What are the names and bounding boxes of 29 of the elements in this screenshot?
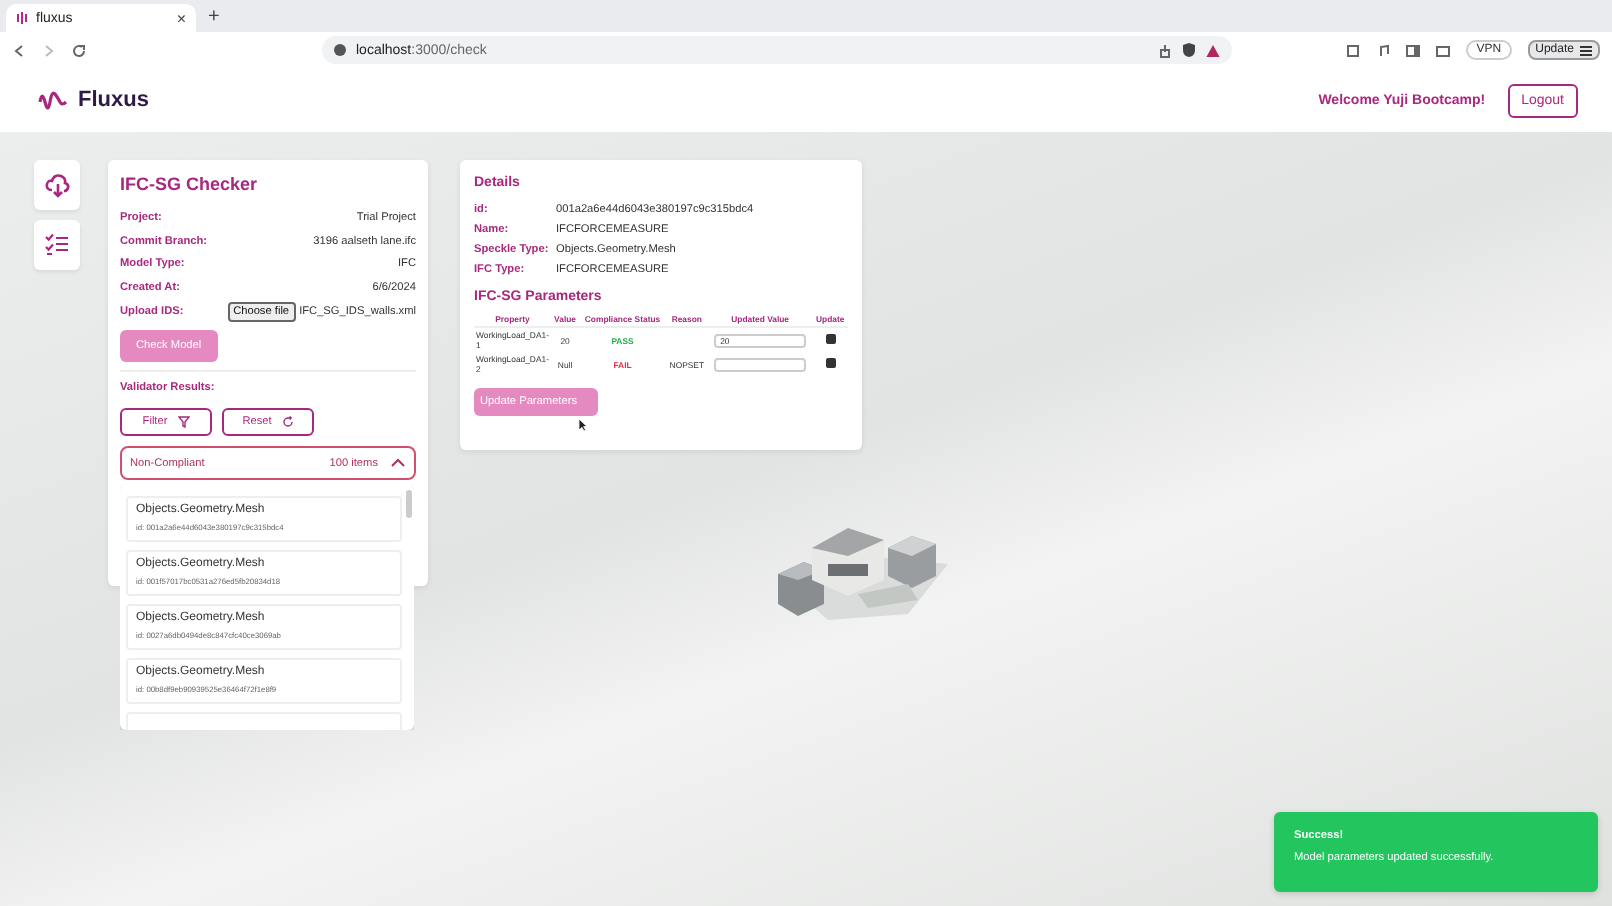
reset-icon [281, 416, 294, 429]
filter-icon [177, 416, 190, 429]
upload-nav-button[interactable] [34, 160, 80, 210]
close-tab-button[interactable]: × [176, 9, 186, 27]
new-tab-button[interactable]: + [208, 5, 220, 27]
favicon-icon [16, 12, 28, 24]
cloud-download-icon [44, 172, 70, 198]
triangle-icon[interactable] [1206, 43, 1220, 57]
wallet-icon[interactable] [1436, 43, 1451, 57]
cursor-icon [578, 418, 588, 432]
reload-icon[interactable] [72, 43, 86, 57]
chevron-up-icon [390, 458, 406, 469]
menu-icon [1580, 45, 1592, 55]
music-icon[interactable] [1376, 43, 1391, 57]
shield-icon[interactable] [1182, 42, 1196, 58]
update-checkbox[interactable] [825, 358, 836, 368]
checklist-icon [44, 232, 70, 258]
back-icon[interactable] [12, 43, 26, 57]
sidebar-icon[interactable] [1406, 43, 1421, 57]
logo-icon [38, 87, 68, 113]
card-title: IFC-SG Checker [120, 174, 260, 194]
extensions-icon[interactable] [1346, 43, 1361, 57]
info-icon [334, 44, 346, 56]
share-icon[interactable] [1158, 43, 1172, 57]
update-checkbox[interactable] [825, 334, 836, 344]
logo-text: Fluxus [78, 88, 149, 112]
scrollbar-thumb[interactable] [406, 490, 412, 518]
checklist-nav-button[interactable] [34, 220, 80, 270]
updated-value-field[interactable] [714, 357, 807, 371]
